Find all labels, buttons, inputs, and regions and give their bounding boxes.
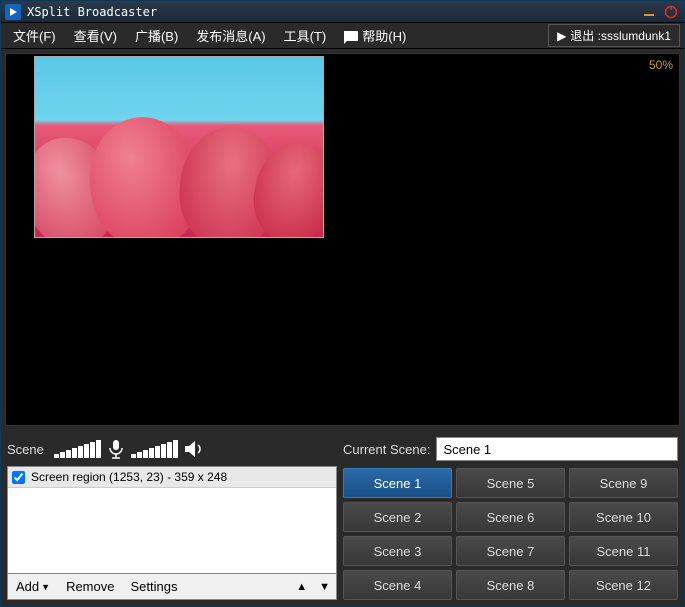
scene-button-5[interactable]: Scene 5 <box>456 468 565 498</box>
scene-heading: Scene <box>7 442 44 457</box>
scenes-panel: Current Scene: Scene 1Scene 5Scene 9Scen… <box>343 436 678 600</box>
logout-label: 退出 : <box>570 27 601 44</box>
current-scene-row: Current Scene: <box>343 436 678 462</box>
scene-button-9[interactable]: Scene 9 <box>569 468 678 498</box>
scene-button-4[interactable]: Scene 4 <box>343 570 452 600</box>
mic-vu-meter[interactable] <box>54 440 101 458</box>
scene-button-3[interactable]: Scene 3 <box>343 536 452 566</box>
scene-button-1[interactable]: Scene 1 <box>343 468 452 498</box>
source-item[interactable]: Screen region (1253, 23) - 359 x 248 <box>8 467 336 488</box>
current-scene-input[interactable] <box>436 437 678 461</box>
scene-button-8[interactable]: Scene 8 <box>456 570 565 600</box>
scene-button-6[interactable]: Scene 6 <box>456 502 565 532</box>
chat-icon <box>344 31 358 41</box>
scene-button-7[interactable]: Scene 7 <box>456 536 565 566</box>
current-scene-label: Current Scene: <box>343 442 430 457</box>
app-window: XSplit Broadcaster 文件(F) 查看(V) 广播(B) 发布消… <box>0 0 685 607</box>
sources-panel: Scene Screen region (1253, 23) - 359 x 2… <box>7 436 337 600</box>
menu-tools[interactable]: 工具(T) <box>276 23 335 48</box>
move-up-button[interactable]: ▲ <box>290 581 313 593</box>
zoom-level: 50% <box>649 58 673 72</box>
menu-file[interactable]: 文件(F) <box>5 23 64 48</box>
add-source-button[interactable]: Add▼ <box>8 574 58 599</box>
play-icon: ▶ <box>557 29 566 43</box>
source-toolbar: Add▼ Remove Settings ▲ ▼ <box>7 574 337 600</box>
titlebar: XSplit Broadcaster <box>1 1 684 23</box>
menu-broadcast[interactable]: 广播(B) <box>127 23 186 48</box>
speaker-icon[interactable] <box>184 440 204 458</box>
move-down-button[interactable]: ▼ <box>313 581 336 593</box>
scene-grid: Scene 1Scene 5Scene 9Scene 2Scene 6Scene… <box>343 468 678 600</box>
preview-source-thumbnail[interactable] <box>34 56 324 238</box>
remove-source-button[interactable]: Remove <box>58 574 122 599</box>
source-list[interactable]: Screen region (1253, 23) - 359 x 248 <box>7 466 337 574</box>
microphone-icon[interactable] <box>107 439 125 459</box>
menu-publish[interactable]: 发布消息(A) <box>188 23 273 48</box>
window-title: XSplit Broadcaster <box>27 5 640 19</box>
preview-area[interactable]: 50% <box>5 53 680 426</box>
menu-help[interactable]: 帮助(H) <box>336 23 414 48</box>
settings-label: Settings <box>130 579 177 594</box>
scene-button-2[interactable]: Scene 2 <box>343 502 452 532</box>
caret-down-icon: ▼ <box>41 582 50 592</box>
remove-label: Remove <box>66 579 114 594</box>
username-label: ssslumdunk1 <box>601 29 671 43</box>
source-settings-button[interactable]: Settings <box>122 574 185 599</box>
source-item-label: Screen region (1253, 23) - 359 x 248 <box>31 470 227 484</box>
source-visibility-checkbox[interactable] <box>12 471 25 484</box>
scene-button-11[interactable]: Scene 11 <box>569 536 678 566</box>
menu-help-label: 帮助(H) <box>362 29 406 44</box>
speaker-vu-meter[interactable] <box>131 440 178 458</box>
menu-view[interactable]: 查看(V) <box>66 23 125 48</box>
app-icon <box>5 4 21 20</box>
menubar: 文件(F) 查看(V) 广播(B) 发布消息(A) 工具(T) 帮助(H) ▶ 退… <box>1 23 684 49</box>
bottom-panel: Scene Screen region (1253, 23) - 359 x 2… <box>1 430 684 606</box>
scene-button-10[interactable]: Scene 10 <box>569 502 678 532</box>
scene-button-12[interactable]: Scene 12 <box>569 570 678 600</box>
logout-button[interactable]: ▶ 退出 : ssslumdunk1 <box>548 24 680 47</box>
minimize-button[interactable] <box>640 4 658 20</box>
close-button[interactable] <box>662 4 680 20</box>
audio-row: Scene <box>7 436 337 462</box>
add-label: Add <box>16 579 39 594</box>
